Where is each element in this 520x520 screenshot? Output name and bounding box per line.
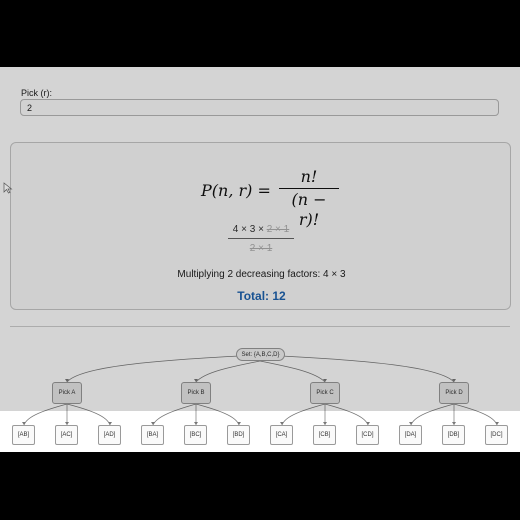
pick-input[interactable]	[20, 99, 499, 116]
tree-leaf-node[interactable]: [AC]	[55, 425, 78, 445]
calculation-bar	[228, 238, 294, 239]
fraction-bar	[279, 188, 339, 189]
tree-pick-node[interactable]: Pick D	[439, 382, 469, 404]
tree-leaf-node[interactable]: [DC]	[485, 425, 508, 445]
section-divider	[10, 326, 510, 327]
mouse-cursor-icon	[3, 182, 13, 194]
calculation-denominator: 2 × 1	[249, 243, 273, 254]
formula-numerator: n!	[300, 167, 318, 186]
formula-card: P(n, r) = n! (n − r)! 4 × 3 × 2 × 1 2 × …	[10, 142, 511, 310]
tree-pick-node[interactable]: Pick C	[310, 382, 340, 404]
tree-leaf-node[interactable]: [CD]	[356, 425, 379, 445]
tree-leaf-node[interactable]: [BC]	[184, 425, 207, 445]
tree-leaf-node[interactable]: [AB]	[12, 425, 35, 445]
calculation-numerator: 4 × 3 × 2 × 1	[228, 223, 294, 237]
tree-leaf-node[interactable]: [CB]	[313, 425, 336, 445]
formula-lhs: P(n, r) =	[201, 181, 271, 200]
tree-pick-node[interactable]: Pick B	[181, 382, 211, 404]
tree-leaf-node[interactable]: [CA]	[270, 425, 293, 445]
tree-root-node[interactable]: Set: {A,B,C,D}	[236, 348, 285, 361]
formula-fraction: n! (n − r)!	[279, 167, 339, 229]
tree-pick-node[interactable]: Pick A	[52, 382, 82, 404]
explanation-text: Multiplying 2 decreasing factors: 4 × 3	[177, 269, 346, 280]
tree-leaf-node[interactable]: [BD]	[227, 425, 250, 445]
calculation-fraction: 4 × 3 × 2 × 1 2 × 1	[228, 223, 294, 256]
total-value: Total: 12	[237, 289, 286, 303]
tree-leaf-node[interactable]: [BA]	[141, 425, 164, 445]
tree-leaf-node[interactable]: [DA]	[399, 425, 422, 445]
numerator-cancelled: 2 × 1	[266, 224, 290, 235]
permutation-formula: P(n, r) = n! (n − r)!	[11, 167, 512, 229]
formula-denominator: (n − r)!	[291, 190, 327, 229]
tree-leaf-node[interactable]: [AD]	[98, 425, 121, 445]
pick-label: Pick (r):	[21, 88, 52, 98]
numerator-kept: 4 × 3 ×	[232, 224, 267, 235]
app-viewport: Pick (r): P(n, r) = n! (n − r)! 4 × 3 × …	[0, 67, 520, 452]
permutation-page: Pick (r): P(n, r) = n! (n − r)! 4 × 3 × …	[0, 67, 520, 452]
tree-leaf-node[interactable]: [DB]	[442, 425, 465, 445]
